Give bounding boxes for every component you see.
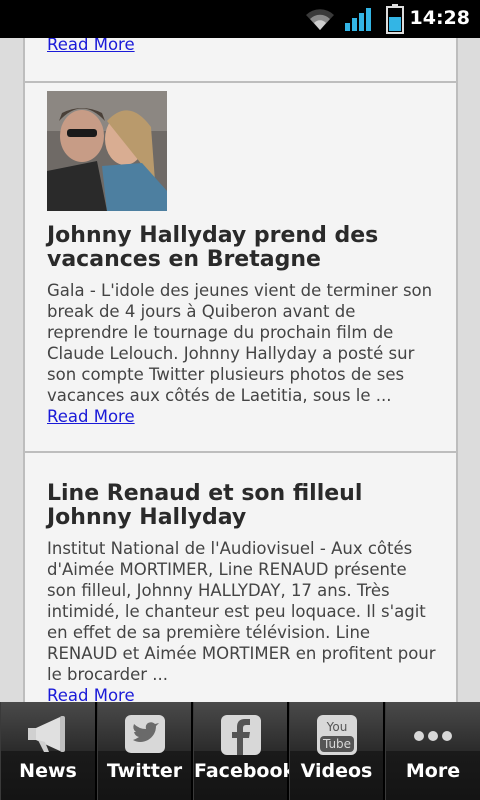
tab-facebook[interactable]: Facebook: [193, 702, 296, 800]
read-more-link[interactable]: Read More: [47, 38, 135, 55]
tab-label: Videos: [300, 760, 373, 782]
article-divider: [23, 451, 458, 453]
more-dots-icon: [414, 731, 452, 741]
facebook-icon: [220, 715, 261, 755]
article-card[interactable]: Johnny Hallyday prend des vacances en Br…: [47, 91, 437, 427]
read-more-link[interactable]: Read More: [47, 406, 135, 427]
tab-news[interactable]: News: [0, 702, 97, 800]
article-summary: Institut National de l'Audiovisuel - Aux…: [47, 539, 436, 684]
read-more-link[interactable]: Read More: [47, 685, 135, 702]
tab-label: News: [19, 760, 77, 782]
tab-twitter[interactable]: Twitter: [97, 702, 193, 800]
tab-label: More: [405, 760, 461, 782]
bottom-tab-bar: News Twitter Facebook You Tube Videos Mo…: [0, 702, 480, 800]
tab-label: Twitter: [106, 760, 183, 782]
tab-more[interactable]: More: [385, 702, 480, 800]
twitter-bird-icon: [124, 715, 165, 753]
svg-text:You: You: [325, 720, 347, 734]
article-thumbnail[interactable]: [47, 91, 167, 211]
signal-icon: [345, 8, 371, 31]
megaphone-icon: [28, 716, 65, 752]
svg-text:Tube: Tube: [321, 737, 350, 751]
tab-videos[interactable]: You Tube Videos: [289, 702, 385, 800]
battery-icon: [386, 4, 404, 34]
article-summary: Gala - L'idole des jeunes vient de termi…: [47, 281, 433, 405]
article-headline[interactable]: Line Renaud et son filleul Johnny Hallyd…: [47, 482, 437, 530]
status-bar: 14:28: [0, 0, 480, 38]
tab-label: Facebook: [194, 760, 296, 782]
wifi-icon: [306, 9, 334, 31]
article-card[interactable]: Line Renaud et son filleul Johnny Hallyd…: [47, 482, 437, 703]
youtube-icon: You Tube: [316, 715, 357, 755]
article-headline[interactable]: Johnny Hallyday prend des vacances en Br…: [47, 224, 437, 272]
article-divider: [23, 81, 458, 83]
news-feed[interactable]: Read More Johnny Hallyday prend des vaca…: [0, 38, 480, 702]
status-time: 14:28: [409, 7, 470, 29]
